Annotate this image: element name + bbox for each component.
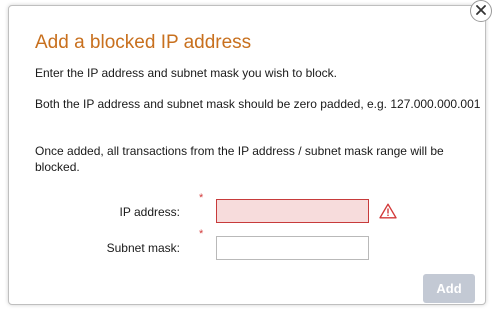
- warning-icon: [379, 203, 397, 224]
- required-marker: *: [199, 228, 204, 240]
- subnet-mask-input[interactable]: [216, 236, 369, 260]
- dialog-title: Add a blocked IP address: [35, 32, 252, 53]
- required-marker: *: [199, 192, 204, 204]
- add-button[interactable]: Add: [423, 274, 475, 303]
- close-icon: [476, 2, 486, 20]
- instruction-text: Enter the IP address and subnet mask you…: [35, 66, 337, 80]
- format-hint-text: Both the IP address and subnet mask shou…: [35, 97, 481, 111]
- close-button[interactable]: [470, 0, 492, 22]
- add-blocked-ip-dialog: Add a blocked IP address Enter the IP ad…: [8, 5, 486, 305]
- subnet-mask-label: Subnet mask:: [106, 241, 180, 255]
- ip-address-input[interactable]: [216, 199, 369, 223]
- effect-note-text: Once added, all transactions from the IP…: [35, 144, 444, 174]
- ip-address-label: IP address:: [119, 205, 180, 219]
